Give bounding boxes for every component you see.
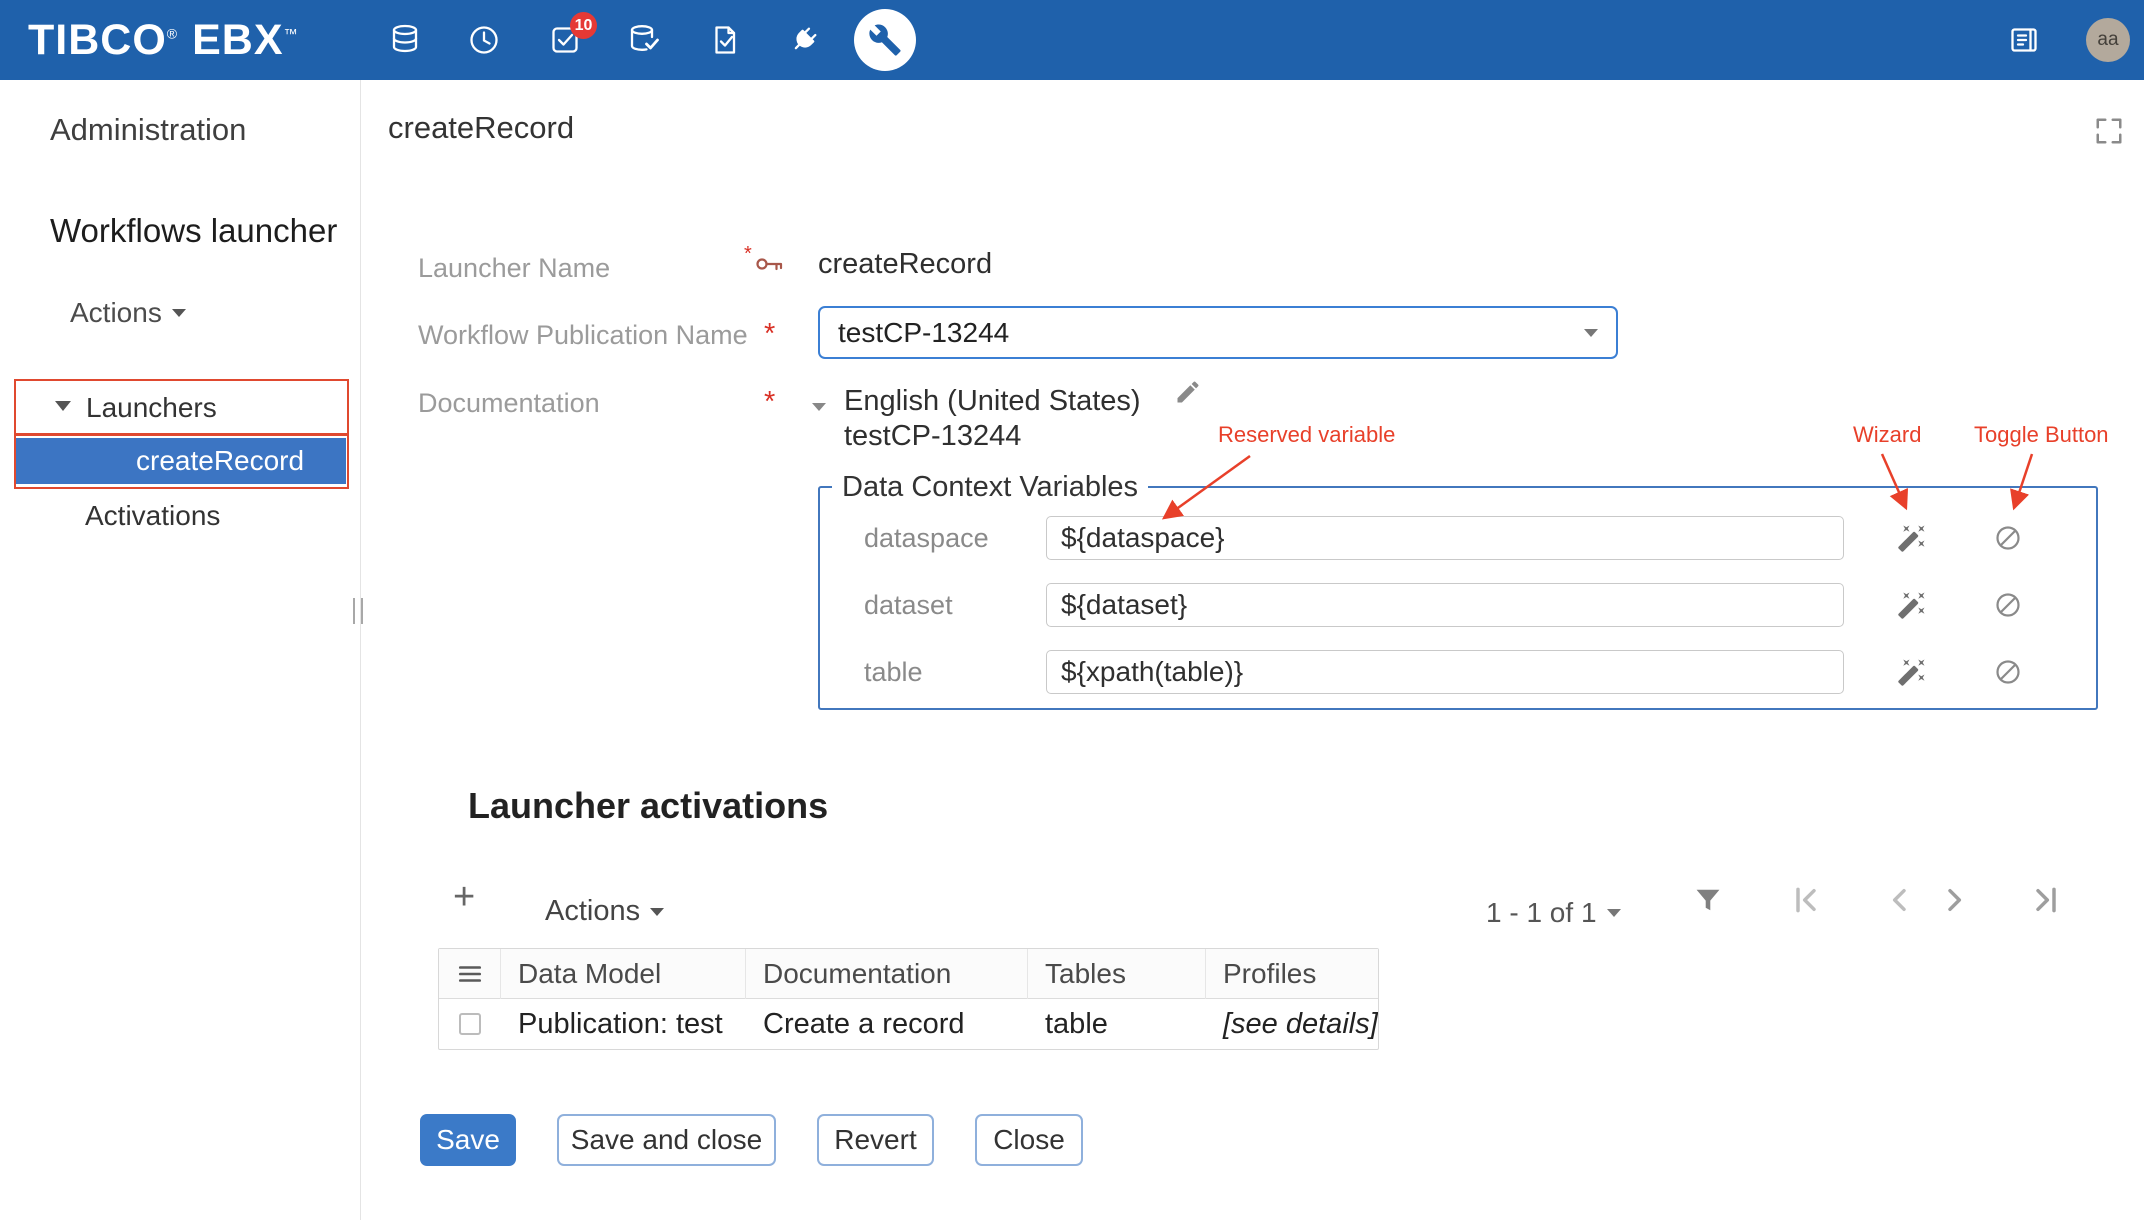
tree-expand-icon[interactable] xyxy=(55,401,71,411)
table-label: table xyxy=(864,650,1034,694)
toggle-button-icon[interactable] xyxy=(1992,522,2024,554)
annotation-reserved-variable: Reserved variable xyxy=(1218,422,1395,448)
pagination-range[interactable]: 1 - 1 of 1 xyxy=(1486,897,1621,929)
trademark-mark: ™ xyxy=(284,26,299,42)
workflow-publication-label: Workflow Publication Name xyxy=(418,320,748,351)
integration-icon[interactable] xyxy=(786,22,822,58)
next-page-icon[interactable] xyxy=(1938,884,1970,921)
required-marker: * xyxy=(744,243,752,266)
activations-actions-menu[interactable]: Actions xyxy=(545,895,664,928)
validation-icon[interactable] xyxy=(707,22,743,58)
data-context-variables-fieldset: Data Context Variables dataspace dataset… xyxy=(818,486,2098,710)
dataset-input[interactable] xyxy=(1046,583,1844,627)
chevron-down-icon xyxy=(1584,329,1598,337)
launcher-name-value: createRecord xyxy=(818,248,992,281)
wizard-icon[interactable] xyxy=(1896,589,1928,621)
chevron-down-icon xyxy=(1607,909,1621,917)
row-checkbox[interactable] xyxy=(459,1013,481,1035)
workflow-publication-value: testCP-13244 xyxy=(838,317,1584,349)
sidebar-page-title: Workflows launcher xyxy=(50,212,337,250)
documentation-locale: English (United States) xyxy=(844,385,1141,418)
dataspace-label: dataspace xyxy=(864,516,1034,560)
first-page-icon[interactable] xyxy=(1790,884,1822,921)
panel-resize-handle[interactable] xyxy=(353,598,363,624)
close-button[interactable]: Close xyxy=(975,1114,1083,1166)
sidebar-section-title: Administration xyxy=(50,112,246,148)
revert-button[interactable]: Revert xyxy=(817,1114,934,1166)
dataspace-input[interactable] xyxy=(1046,516,1844,560)
documentation-label: Documentation xyxy=(418,388,600,419)
registered-mark: ® xyxy=(167,26,178,42)
cell-profiles-see-details[interactable]: [see details] xyxy=(1206,1008,1378,1041)
administration-icon[interactable] xyxy=(854,9,916,71)
primary-key-icon xyxy=(754,252,788,281)
app-window: TIBCO® EBX™ 10 xyxy=(0,0,2144,1220)
sidebar-item-launchers[interactable]: Launchers xyxy=(86,392,217,424)
activations-actions-label: Actions xyxy=(545,895,640,928)
fieldset-legend: Data Context Variables xyxy=(832,471,1148,504)
filter-icon[interactable] xyxy=(1692,884,1724,921)
perspectives-icon[interactable] xyxy=(2006,22,2042,58)
required-marker: * xyxy=(764,318,775,351)
dataset-label: dataset xyxy=(864,583,1034,627)
page-title: createRecord xyxy=(388,110,574,146)
dataspaces-icon[interactable] xyxy=(626,22,662,58)
cell-tables: table xyxy=(1028,1008,1206,1041)
workflow-publication-combobox[interactable]: testCP-13244 xyxy=(818,306,1618,359)
header-profiles: Profiles xyxy=(1206,949,1378,999)
user-avatar[interactable]: aa xyxy=(2086,18,2130,62)
cell-data-model: Publication: test xyxy=(501,1008,746,1041)
wizard-icon[interactable] xyxy=(1896,522,1928,554)
previous-page-icon[interactable] xyxy=(1884,884,1916,921)
tasks-icon[interactable]: 10 xyxy=(547,22,583,58)
brand-logo: TIBCO® EBX™ xyxy=(28,16,299,65)
table-row[interactable]: Publication: test Create a record table … xyxy=(439,999,1378,1049)
header-data-model: Data Model xyxy=(501,949,746,999)
topbar: TIBCO® EBX™ 10 xyxy=(0,0,2144,80)
fullscreen-icon[interactable] xyxy=(2094,116,2124,151)
toggle-button-icon[interactable] xyxy=(1992,656,2024,688)
table-header-row: Data Model Documentation Tables Profiles xyxy=(439,949,1378,999)
sidebar-actions-label: Actions xyxy=(70,297,162,329)
toggle-button-icon[interactable] xyxy=(1992,589,2024,621)
save-and-close-button[interactable]: Save and close xyxy=(557,1114,776,1166)
add-activation-button[interactable]: + xyxy=(453,878,475,916)
chevron-down-icon xyxy=(172,309,186,317)
locale-expand-icon[interactable] xyxy=(812,398,826,416)
annotation-wizard: Wizard xyxy=(1853,422,1921,448)
wrench-icon xyxy=(868,23,902,57)
data-icon[interactable] xyxy=(387,22,423,58)
brand-ebx: EBX xyxy=(192,16,283,64)
header-documentation: Documentation xyxy=(746,949,1028,999)
save-button[interactable]: Save xyxy=(420,1114,516,1166)
wizard-icon[interactable] xyxy=(1896,656,1928,688)
sidebar-item-activations[interactable]: Activations xyxy=(85,500,220,532)
chevron-down-icon xyxy=(650,908,664,916)
annotation-toggle-button: Toggle Button xyxy=(1974,422,2109,448)
launcher-name-label: Launcher Name xyxy=(418,253,610,284)
documentation-value: testCP-13244 xyxy=(844,420,1021,453)
brand-tibco: TIBCO xyxy=(28,16,167,64)
sidebar-actions-menu[interactable]: Actions xyxy=(70,297,186,329)
launcher-activations-title: Launcher activations xyxy=(468,785,828,827)
header-tables: Tables xyxy=(1028,949,1206,999)
required-marker: * xyxy=(764,386,775,419)
history-icon[interactable] xyxy=(466,22,502,58)
table-input[interactable] xyxy=(1046,650,1844,694)
last-page-icon[interactable] xyxy=(2030,884,2062,921)
notification-badge: 10 xyxy=(570,12,597,39)
table-menu-icon[interactable] xyxy=(439,949,501,999)
edit-pencil-icon[interactable] xyxy=(1174,378,1202,411)
pagination-range-label: 1 - 1 of 1 xyxy=(1486,897,1597,929)
cell-documentation: Create a record xyxy=(746,1008,1028,1041)
sidebar-item-createrecord[interactable]: createRecord xyxy=(16,438,346,484)
sidebar-divider xyxy=(360,80,361,1220)
activations-table: Data Model Documentation Tables Profiles… xyxy=(438,948,1379,1050)
